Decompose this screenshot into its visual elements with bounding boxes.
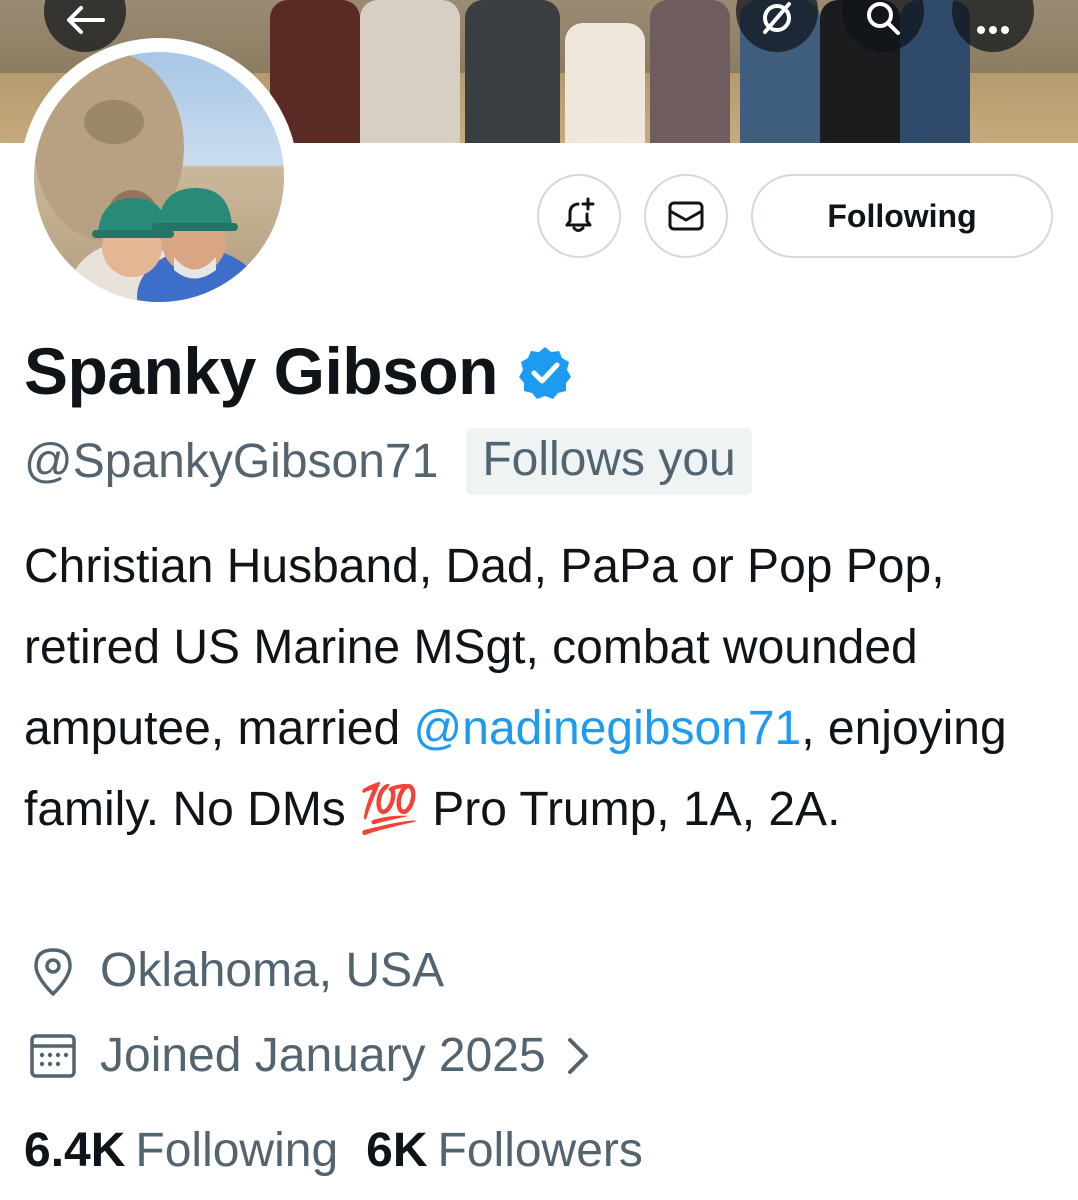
name-row: Spanky Gibson: [24, 338, 574, 404]
more-horizontal-icon: [977, 26, 1009, 34]
followers-label[interactable]: Followers: [438, 1127, 643, 1175]
arrow-left-icon: [67, 6, 105, 34]
avatar-illustration: [34, 52, 261, 302]
location-row: Oklahoma, USA: [24, 945, 444, 997]
joined-text: Joined January 2025: [100, 1029, 546, 1082]
bell-plus-icon: [565, 197, 595, 232]
notifications-button[interactable]: [537, 174, 621, 258]
back-button[interactable]: [44, 0, 126, 52]
profile-bio: Christian Husband, Dad, PaPa or Pop Pop,…: [24, 526, 1064, 850]
bio-text: Pro Trump, 1A, 2A.: [418, 783, 841, 836]
chevron-right-icon: [567, 1038, 588, 1074]
following-count[interactable]: 6.4K: [24, 1127, 125, 1175]
banner-figure: [650, 0, 730, 143]
joined-row[interactable]: Joined January 2025: [24, 1030, 596, 1082]
following-button[interactable]: Following: [751, 174, 1053, 258]
user-handle: @SpankyGibson71: [24, 434, 439, 488]
banner-figure: [565, 23, 645, 143]
banner-figure: [360, 0, 460, 143]
avatar-photo: [34, 52, 284, 302]
grok-icon: [763, 2, 791, 34]
banner-figure: [465, 0, 560, 143]
handle-row: @SpankyGibson71 Follows you: [24, 428, 752, 495]
display-name: Spanky Gibson: [24, 334, 498, 408]
hundred-points-emoji: 💯: [359, 783, 419, 836]
message-button[interactable]: [644, 174, 728, 258]
follows-you-badge: Follows you: [466, 428, 752, 495]
location-pin-icon: [34, 948, 72, 996]
verified-badge-icon[interactable]: [516, 344, 574, 402]
follow-stats: 6.4K Following 6K Followers: [24, 1127, 671, 1175]
profile-avatar[interactable]: [20, 38, 298, 316]
envelope-icon: [668, 201, 704, 231]
search-icon: [867, 2, 900, 35]
location-text: Oklahoma, USA: [100, 944, 445, 997]
bio-mention-link[interactable]: @nadinegibson71: [414, 702, 802, 755]
calendar-icon: [30, 1034, 76, 1078]
following-label[interactable]: Following: [135, 1127, 338, 1175]
followers-count[interactable]: 6K: [366, 1127, 427, 1175]
